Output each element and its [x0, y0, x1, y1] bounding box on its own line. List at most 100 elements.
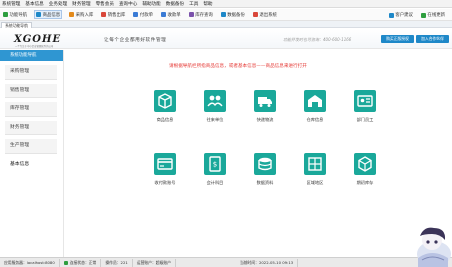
nav-tile[interactable]: $ 会计科目	[199, 153, 231, 186]
menu-bar: 系统管理 基本信息 业务处理 财务管理 零售会员 查询中心 辅助功能 数据备份 工具 帮助	[0, 0, 452, 8]
nav-tile-label: 快递物流	[256, 117, 274, 122]
toolbar-icon	[3, 12, 8, 17]
toolbar-button[interactable]: 销售出库	[100, 10, 126, 19]
toolbar-button[interactable]: 在线更新	[420, 11, 446, 20]
toolbar-icon	[101, 12, 107, 17]
status-account: 运营账户：超级账户	[133, 258, 176, 267]
nav-tile-label: 区域地区	[306, 180, 324, 185]
region-map-icon	[304, 153, 326, 175]
sidebar-item[interactable]: 采购管理	[5, 65, 57, 80]
status-connection: 连接状态：正常	[60, 258, 102, 267]
nav-tile[interactable]: 数据资料	[249, 153, 281, 186]
hint-text: 请根据导航栏所指商品信息，或者基本信息——商品信息来进行打开	[169, 64, 307, 69]
toolbar-button[interactable]: 商品信息	[34, 10, 63, 19]
nav-tile[interactable]: 商品信息	[149, 90, 181, 123]
toolbar-button-label: 采购入库	[75, 12, 94, 18]
nav-tile[interactable]: 快递物流	[249, 90, 281, 123]
sidebar-item[interactable]: 销售管理	[5, 83, 57, 98]
main-panel: 请根据导航栏所指商品信息，或者基本信息——商品信息来进行打开 商品信息 往来单位 快…	[65, 50, 452, 257]
toolbar-button-label: 在线更新	[427, 13, 445, 18]
toolbar: 功能导航 商品信息 采购入库 销售出库 付款单 收款单 库存查询 数据备份 退出系统 客户建议 在…	[0, 9, 452, 21]
sidebar-item[interactable]: 库存管理	[5, 102, 57, 117]
header-slogan: 让每个企业都用好软件管理	[104, 38, 167, 43]
nav-tile-label: 收付款账号	[154, 180, 176, 185]
nav-tile[interactable]: 收付款账号	[149, 153, 181, 186]
delivery-truck-icon	[254, 90, 276, 112]
menu-item[interactable]: 帮助	[203, 1, 212, 7]
menu-item[interactable]: 工具	[189, 1, 198, 7]
toolbar-icon	[36, 12, 42, 17]
nav-tile-label: 商品信息	[156, 117, 174, 122]
toolbar-button[interactable]: 客户建议	[388, 11, 414, 20]
toolbar-button-label: 收款单	[167, 12, 181, 18]
toolbar-icon	[69, 12, 75, 17]
toolbar-icon	[161, 12, 166, 17]
nav-tile-label: 会计科目	[206, 180, 224, 185]
product-box-icon	[154, 90, 176, 112]
nav-tile-label: 部门员工	[356, 117, 374, 122]
join-partner-button[interactable]: 加入合作伙伴	[416, 35, 449, 43]
sidebar-item[interactable]: 财务管理	[5, 120, 57, 135]
toolbar-button-label: 退出系统	[259, 12, 277, 18]
toolbar-button[interactable]: 付款单	[132, 10, 154, 19]
partners-icon	[204, 90, 226, 112]
buy-license-button[interactable]: 购买正版授权	[381, 35, 414, 43]
toolbar-button[interactable]: 库存查询	[188, 10, 214, 19]
toolbar-icon	[220, 12, 226, 17]
toolbar-button[interactable]: 退出系统	[252, 10, 278, 19]
sidebar-item[interactable]: 基本信息	[5, 157, 57, 172]
toolbar-button[interactable]: 收款单	[160, 10, 182, 19]
status-user: 操作员：221	[101, 258, 133, 267]
nav-tile[interactable]: 往来单位	[199, 90, 231, 123]
toolbar-button-label: 数据备份	[227, 12, 245, 18]
toolbar-icon	[388, 12, 394, 18]
status-time: 当前时间：2022-05-10 09:13	[236, 258, 299, 267]
menu-item[interactable]: 辅助功能	[142, 1, 160, 7]
stock-cube-icon	[354, 153, 376, 175]
menu-item[interactable]: 系统管理	[2, 1, 20, 7]
nav-tile[interactable]: 仓库信息	[299, 90, 331, 123]
nav-tile-label: 期初库存	[356, 180, 374, 185]
toolbar-icon	[252, 12, 258, 17]
toolbar-icon	[420, 12, 426, 18]
tab-function-nav[interactable]: 系统功能导航	[1, 22, 32, 28]
menu-item[interactable]: 业务处理	[49, 1, 67, 7]
sidebar-header: 系统功能导航	[0, 50, 63, 61]
toolbar-button-label: 付款单	[139, 12, 153, 18]
toolbar-button-label: 功能导航	[9, 12, 28, 18]
sidebar-item[interactable]: 生产管理	[5, 139, 57, 154]
menu-item[interactable]: 查询中心	[119, 1, 137, 7]
hotline-text: 功能开发时也可咨询：400-600-1166	[283, 37, 352, 42]
connection-ok-icon	[63, 260, 68, 265]
toolbar-button-label: 库存查询	[195, 12, 213, 18]
bank-card-icon	[154, 153, 176, 175]
status-bar: 应用服务器：localhost:8080 连接状态：正常 操作员：221 运营账…	[0, 257, 452, 267]
nav-tile[interactable]: 部门员工	[349, 90, 381, 123]
brand-tagline: 一个专注于中小企业管理软件的公司	[15, 45, 54, 48]
status-server: 应用服务器：localhost:8080	[0, 258, 60, 267]
toolbar-icon	[133, 12, 139, 17]
toolbar-icon	[188, 12, 194, 17]
mascot-illustration	[417, 227, 451, 267]
toolbar-button[interactable]: 功能导航	[2, 10, 28, 19]
warehouse-icon	[304, 90, 326, 112]
nav-tile-label: 仓库信息	[306, 117, 324, 122]
toolbar-button-label: 客户建议	[395, 13, 413, 18]
toolbar-button-label: 商品信息	[42, 12, 61, 18]
database-icon	[254, 153, 276, 175]
nav-tile[interactable]: 期初库存	[349, 153, 381, 186]
menu-item[interactable]: 数据备份	[166, 1, 184, 7]
toolbar-button-label: 销售出库	[107, 12, 126, 18]
app-header: XGOHE 一个专注于中小企业管理软件的公司 让每个企业都用好软件管理 功能开发…	[0, 29, 452, 49]
sidebar: 系统功能导航 采购管理销售管理库存管理财务管理生产管理基本信息	[0, 50, 64, 257]
toolbar-button[interactable]: 采购入库	[68, 10, 94, 19]
nav-tile[interactable]: 区域地区	[299, 153, 331, 186]
nav-tile-label: 数据资料	[256, 180, 274, 185]
toolbar-button[interactable]: 数据备份	[220, 10, 246, 19]
svg-text:$: $	[213, 161, 217, 169]
nav-tile-label: 往来单位	[206, 117, 224, 122]
menu-item[interactable]: 基本信息	[25, 1, 43, 7]
menu-item[interactable]: 财务管理	[72, 1, 90, 7]
ledger-icon: $	[204, 153, 226, 175]
menu-item[interactable]: 零售会员	[96, 1, 114, 7]
